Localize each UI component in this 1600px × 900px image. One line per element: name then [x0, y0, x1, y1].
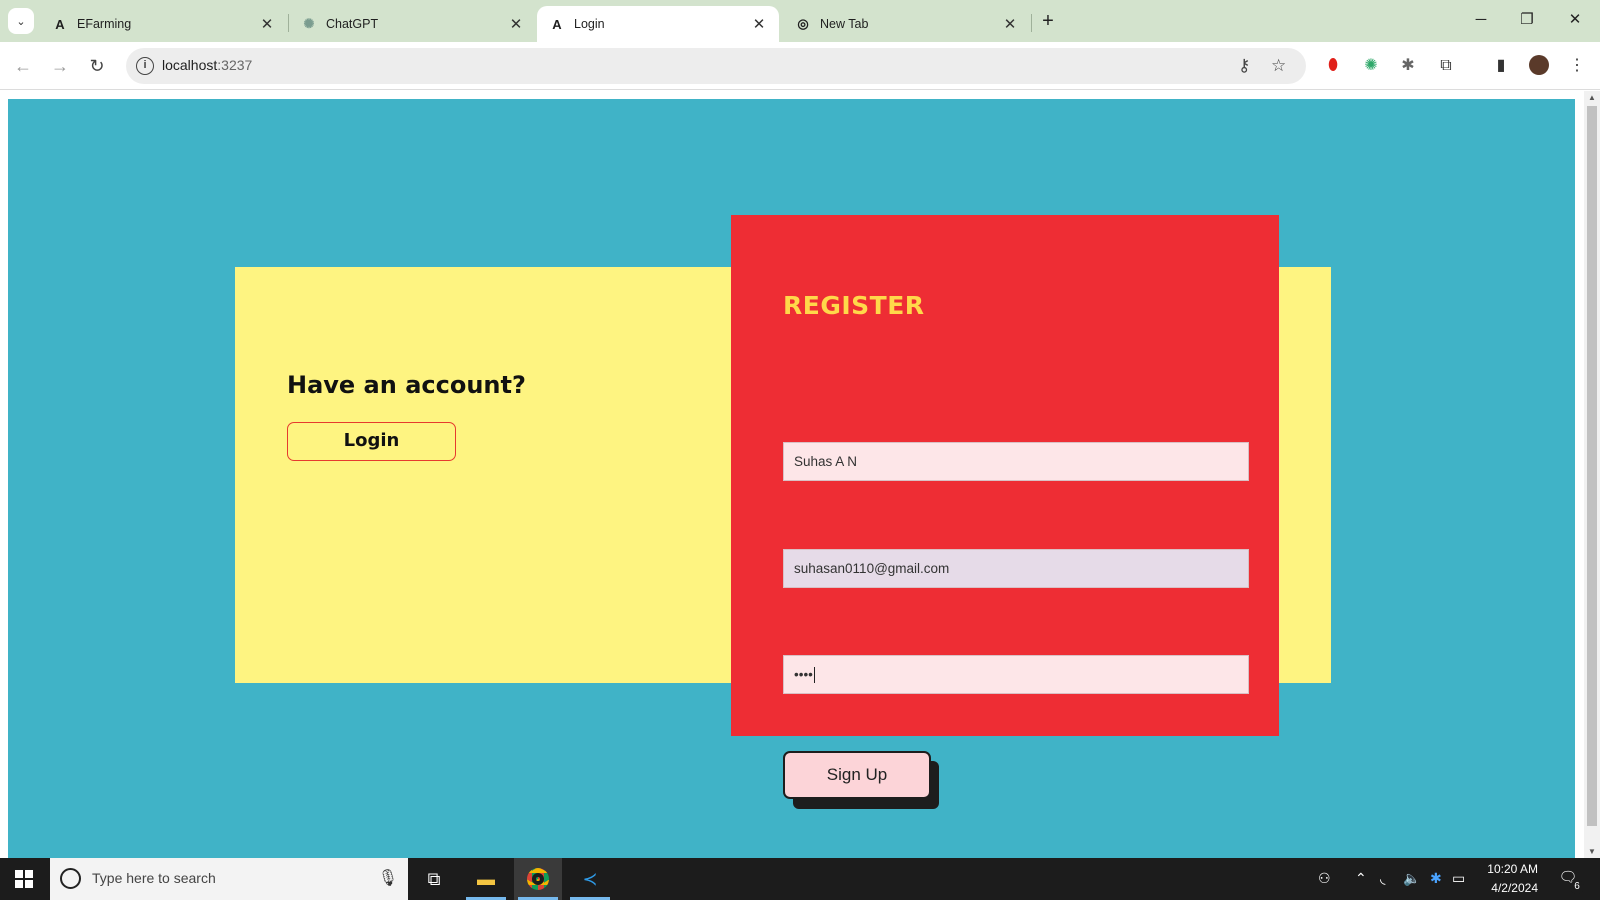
clock-time: 10:20 AM: [1487, 862, 1538, 876]
login-button[interactable]: Login: [287, 422, 456, 461]
window-close-icon[interactable]: ✕: [1560, 8, 1590, 32]
close-icon[interactable]: ✕: [1002, 15, 1018, 33]
battery-icon[interactable]: ▭: [1452, 870, 1465, 887]
restore-icon[interactable]: ❐: [1512, 8, 1542, 32]
network-icon[interactable]: ◟: [1380, 870, 1385, 887]
scroll-down-icon[interactable]: ▼: [1584, 847, 1600, 856]
bookmark-star-icon[interactable]: ☆: [1271, 56, 1286, 76]
microphone-icon[interactable]: 🎙: [378, 868, 398, 888]
chevron-up-icon[interactable]: ⌃: [1355, 870, 1367, 887]
close-icon[interactable]: ✕: [751, 15, 767, 33]
bluetooth-icon[interactable]: ✱: [1430, 870, 1442, 887]
taskbar-clock[interactable]: 10:20 AM 4/2/2024: [1478, 860, 1538, 898]
chatgpt-icon: ✺: [303, 16, 315, 31]
tab-efarming[interactable]: A EFarming ✕: [40, 6, 287, 42]
file-explorer-icon[interactable]: ▬: [462, 858, 510, 900]
chrome-icon: ◎: [797, 16, 809, 31]
opera-extension-icon[interactable]: ⬮: [1322, 55, 1344, 77]
vscode-taskbar-icon[interactable]: ≺: [566, 858, 614, 900]
browser-toolbar: ← → ↻ i localhost:3237 ⚷ ☆ ⬮ ✺ ✱ ⧉ ▮ ⋮: [0, 42, 1600, 90]
close-icon[interactable]: ✕: [259, 15, 275, 33]
password-field[interactable]: ••••: [783, 655, 1249, 694]
tab-title: New Tab: [820, 17, 869, 31]
name-field[interactable]: Suhas A N: [783, 442, 1249, 481]
email-field[interactable]: suhasan0110@gmail.com: [783, 549, 1249, 588]
text-caret: [813, 667, 815, 684]
chevron-down-icon: ⌄: [16, 15, 26, 28]
back-icon[interactable]: ←: [9, 52, 37, 80]
chrome-taskbar-icon[interactable]: [514, 858, 562, 900]
tab-login[interactable]: A Login ✕: [537, 6, 779, 42]
new-tab-button[interactable]: +: [1036, 9, 1060, 33]
volume-icon[interactable]: 🔈: [1403, 870, 1420, 887]
taskbar-search-placeholder: Type here to search: [92, 870, 216, 886]
tab-search-button[interactable]: ⌄: [8, 8, 34, 34]
side-panel-icon[interactable]: ▮: [1490, 55, 1512, 77]
site-info-icon[interactable]: i: [136, 57, 154, 75]
menu-kebab-icon[interactable]: ⋮: [1566, 55, 1588, 77]
extensions-puzzle-icon[interactable]: ⧉: [1435, 55, 1457, 77]
tab-new-tab[interactable]: ◎ New Tab ✕: [783, 6, 1030, 42]
close-icon[interactable]: ✕: [508, 15, 524, 33]
taskbar-search[interactable]: Type here to search 🎙: [50, 858, 408, 900]
page-viewport: Have an account? Login REGISTER Suhas A …: [0, 91, 1600, 858]
tab-strip: ⌄ A EFarming ✕ ✺ ChatGPT ✕ A Login ✕ ◎ N…: [0, 0, 1600, 42]
tab-title: ChatGPT: [326, 17, 379, 31]
forward-icon[interactable]: →: [46, 52, 74, 80]
windows-taskbar: Type here to search 🎙 ⧉ ▬ ≺ ⚇ ⌃ ◟ 🔈 ✱ ▭ …: [0, 858, 1600, 900]
bug-extension-icon[interactable]: ✱: [1397, 55, 1419, 77]
register-panel: REGISTER Suhas A N suhasan0110@gmail.com…: [731, 215, 1279, 809]
chatgpt-extension-icon[interactable]: ✺: [1360, 55, 1382, 77]
signup-button-wrap: Sign Up: [783, 751, 939, 809]
cortana-icon: [60, 868, 81, 889]
page-scrollbar[interactable]: ▲ ▼: [1584, 91, 1600, 858]
notification-count: 6: [1570, 880, 1584, 894]
password-key-icon[interactable]: ⚷: [1238, 56, 1250, 76]
minimize-icon[interactable]: ─: [1466, 8, 1496, 32]
clock-date: 4/2/2024: [1491, 881, 1538, 895]
url-text[interactable]: localhost:3237: [162, 57, 252, 73]
tab-title: Login: [574, 17, 605, 31]
scroll-up-icon[interactable]: ▲: [1584, 93, 1600, 102]
signup-button[interactable]: Sign Up: [783, 751, 931, 799]
angular-icon: A: [552, 16, 562, 32]
scroll-thumb[interactable]: [1587, 106, 1597, 826]
password-mask: ••••: [794, 667, 813, 682]
reload-icon[interactable]: ↻: [83, 52, 111, 80]
have-account-heading: Have an account?: [287, 371, 526, 399]
register-title: REGISTER: [783, 291, 925, 320]
notification-icon[interactable]: 🗨 6: [1556, 868, 1584, 894]
tab-chatgpt[interactable]: ✺ ChatGPT ✕: [289, 6, 536, 42]
people-icon[interactable]: ⚇: [1318, 870, 1331, 887]
avatar[interactable]: [1528, 55, 1550, 77]
windows-start-icon[interactable]: [0, 858, 48, 900]
angular-icon: A: [55, 16, 65, 32]
task-view-icon[interactable]: ⧉: [410, 858, 458, 900]
tab-title: EFarming: [77, 17, 132, 31]
address-bar[interactable]: i localhost:3237 ⚷ ☆: [126, 48, 1306, 84]
